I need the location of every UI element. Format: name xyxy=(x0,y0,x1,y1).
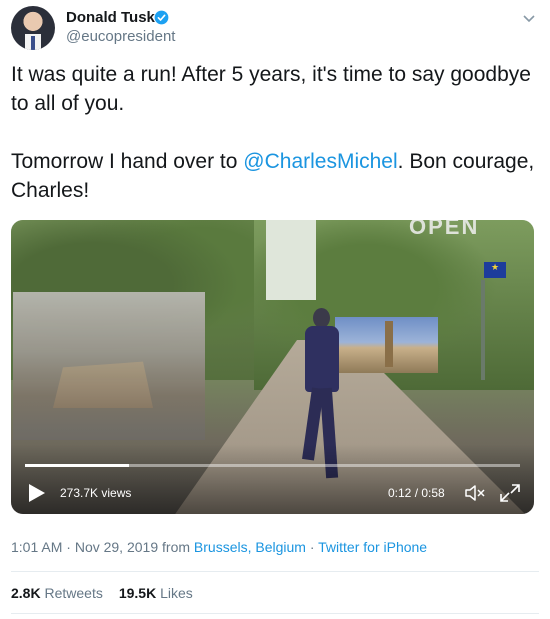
tweet-paragraph-1: It was quite a run! After 5 years, it's … xyxy=(11,63,531,115)
video-time: 0:12 / 0:58 xyxy=(388,486,445,500)
tweet-card: Donald Tusk @eucopresident It was quite … xyxy=(0,0,550,619)
video-inset-london xyxy=(335,317,438,373)
retweets-label: Retweets xyxy=(44,585,103,601)
author-handle[interactable]: @eucopresident xyxy=(66,28,175,45)
avatar-tie xyxy=(31,36,35,50)
tweet-time[interactable]: 1:01 AM xyxy=(11,539,62,555)
mute-icon[interactable] xyxy=(464,483,486,503)
divider-top xyxy=(11,571,539,572)
video-progress-fill xyxy=(25,464,129,467)
source-link[interactable]: Twitter for iPhone xyxy=(318,539,427,555)
video-inset-tower-shape xyxy=(385,321,393,367)
likes-stat[interactable]: 19.5K Likes xyxy=(119,585,193,601)
verified-badge-icon xyxy=(154,10,169,25)
tweet-date[interactable]: Nov 29, 2019 xyxy=(75,539,158,555)
runner-body xyxy=(305,326,339,392)
retweets-stat[interactable]: 2.8K Retweets xyxy=(11,585,103,601)
video-scene-pole xyxy=(481,280,485,380)
mention-link[interactable]: @CharlesMichel xyxy=(243,150,397,173)
eu-flag-icon xyxy=(484,262,506,278)
video-controls-shade xyxy=(11,444,534,514)
tweet-paragraph-2: Tomorrow I hand over to @CharlesMichel. … xyxy=(11,147,536,205)
runner-head xyxy=(313,308,330,328)
video-player[interactable]: OPEN 273.7K views 0:12 / 0:58 xyxy=(11,220,534,514)
location-link[interactable]: Brussels, Belgium xyxy=(194,539,306,555)
avatar[interactable] xyxy=(11,6,55,50)
play-icon[interactable] xyxy=(25,482,47,504)
video-inset-ruin-shape xyxy=(53,361,153,408)
video-scene-sky xyxy=(266,220,316,300)
video-views: 273.7K views xyxy=(60,486,132,500)
tweet-text-prefix: Tomorrow I hand over to xyxy=(11,150,244,173)
likes-count: 19.5K xyxy=(118,585,157,601)
tweet-text: It was quite a run! After 5 years, it's … xyxy=(11,60,536,234)
tweet-stats: 2.8K Retweets 19.5K Likes xyxy=(11,585,193,601)
chevron-down-icon[interactable] xyxy=(521,10,537,26)
retweets-count: 2.8K xyxy=(11,585,41,601)
meta-from-label: from xyxy=(162,539,191,555)
divider-bottom xyxy=(11,613,539,614)
video-inset-ruins xyxy=(13,292,205,440)
video-overlay-text: OPEN xyxy=(409,220,480,239)
fullscreen-icon[interactable] xyxy=(499,483,521,503)
author-name[interactable]: Donald Tusk xyxy=(66,9,155,26)
likes-label: Likes xyxy=(160,585,193,601)
tweet-meta: 1:01 AM · Nov 29, 2019 from Brussels, Be… xyxy=(11,539,428,555)
video-progress-bar[interactable] xyxy=(25,464,520,467)
